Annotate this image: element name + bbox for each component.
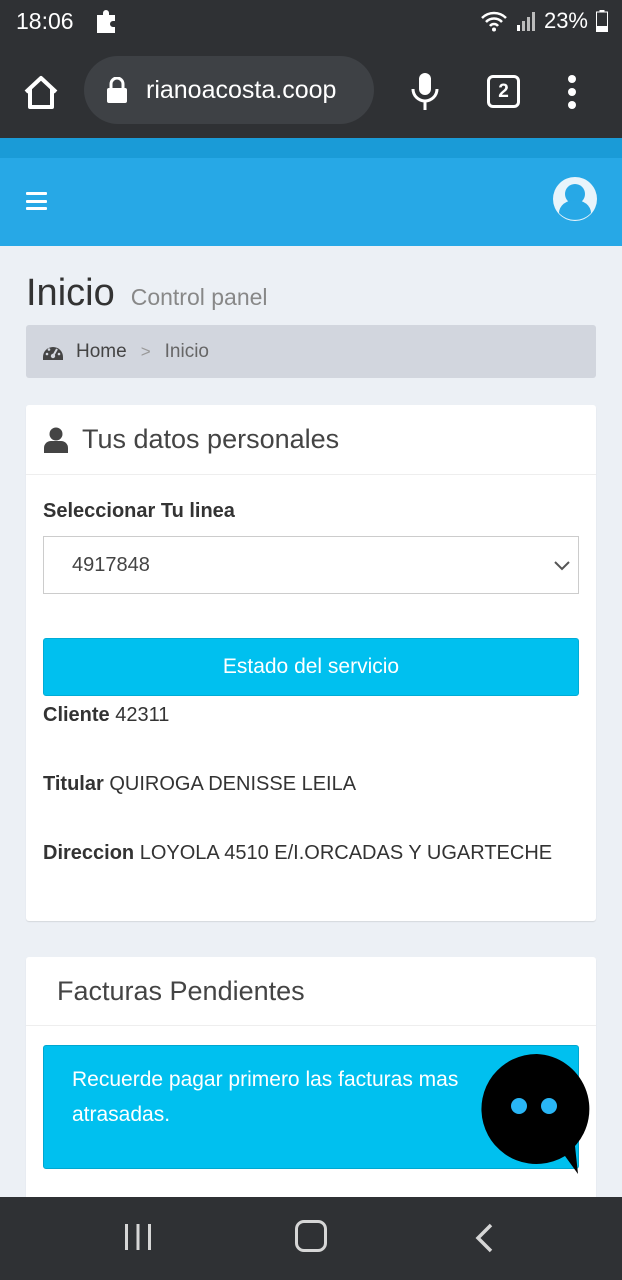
back-icon[interactable] xyxy=(474,1223,494,1253)
personal-data-header: Tus datos personales xyxy=(26,405,596,475)
browser-toolbar: rianoacosta.coop 2 xyxy=(0,44,622,138)
home-icon[interactable] xyxy=(22,74,60,110)
page-subtitle: Control panel xyxy=(130,284,268,310)
status-bar: 18:06 23% xyxy=(0,0,622,44)
header-strip xyxy=(0,138,622,158)
breadcrumb: Home > Inicio xyxy=(26,325,596,378)
page-title: Inicio Control panel xyxy=(26,272,268,315)
url-text: rianoacosta.coop xyxy=(146,75,337,104)
cliente-value: 42311 xyxy=(115,704,170,726)
personal-data-box: Tus datos personales Seleccionar Tu line… xyxy=(26,405,596,921)
page-heading: Inicio xyxy=(26,272,115,314)
titular-row: Titular QUIROGA DENISSE LEILA xyxy=(43,773,356,796)
titular-label: Titular xyxy=(43,773,104,795)
breadcrumb-home-link[interactable]: Home xyxy=(76,341,127,363)
user-avatar-icon[interactable] xyxy=(552,176,598,222)
tab-switcher-button[interactable]: 2 xyxy=(487,75,520,108)
recent-apps-icon[interactable] xyxy=(124,1224,152,1250)
system-home-button[interactable] xyxy=(295,1220,327,1252)
hamburger-icon[interactable] xyxy=(26,192,47,210)
line-select-value: 4917848 xyxy=(72,554,150,576)
chevron-down-icon xyxy=(554,561,570,571)
battery-icon xyxy=(596,10,608,32)
direccion-value: LOYOLA 4510 E/I.ORCADAS Y UGARTECHE xyxy=(139,842,553,864)
system-nav-bar xyxy=(0,1197,622,1280)
line-select-label: Seleccionar Tu linea xyxy=(43,500,235,522)
battery-percent: 23% xyxy=(543,8,588,33)
direccion-row: Direccion LOYOLA 4510 E/I.ORCADAS Y UGAR… xyxy=(43,842,552,865)
line-select[interactable]: 4917848 xyxy=(43,536,579,594)
status-right: 23% xyxy=(480,8,608,34)
user-icon xyxy=(44,427,68,453)
cliente-row: Cliente 42311 xyxy=(43,704,169,727)
personal-data-title: Tus datos personales xyxy=(82,424,340,454)
signal-icon xyxy=(516,12,535,31)
direccion-label: Direccion xyxy=(43,842,135,864)
pending-invoices-header: Facturas Pendientes xyxy=(26,957,596,1026)
cliente-label: Cliente xyxy=(43,704,110,726)
lock-icon xyxy=(107,77,127,103)
address-bar[interactable]: rianoacosta.coop xyxy=(84,56,374,124)
wifi-icon xyxy=(481,11,507,32)
mic-icon[interactable] xyxy=(410,72,440,112)
service-status-button[interactable]: Estado del servicio xyxy=(43,638,579,696)
more-vert-icon[interactable] xyxy=(566,74,578,110)
app-header xyxy=(0,158,622,246)
dashboard-icon xyxy=(43,346,63,360)
puzzle-icon xyxy=(97,10,115,33)
titular-value: QUIROGA DENISSE LEILA xyxy=(109,773,357,795)
status-time: 18:06 xyxy=(16,8,74,34)
breadcrumb-current: Inicio xyxy=(164,340,209,362)
chat-icon[interactable] xyxy=(480,1052,594,1176)
breadcrumb-separator: > xyxy=(140,341,151,361)
